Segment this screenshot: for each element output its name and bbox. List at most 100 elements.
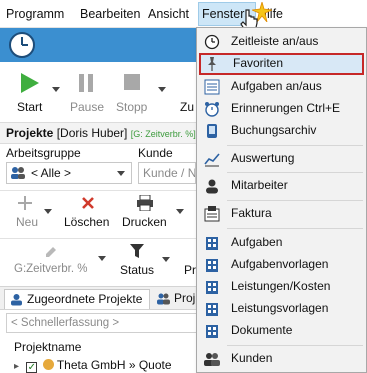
neu-button[interactable]: Neu (16, 215, 38, 229)
menu-item-auswertung[interactable]: Auswertung (199, 148, 364, 170)
kunde-input[interactable]: Kunde / N (138, 162, 196, 184)
project-tag: [G: Zeitverbr. %] (130, 129, 196, 139)
kunde-label: Kunde (138, 146, 173, 160)
fenster-menu: Zeitleiste an/aus Favoriten Aufgaben an/… (196, 27, 367, 373)
users-icon (204, 353, 220, 366)
menu-item-leistungsvorlagen[interactable]: Leistungsvorlagen (199, 298, 364, 320)
checkbox[interactable]: ✓ (26, 362, 38, 373)
menu-programm[interactable]: Programm (6, 0, 64, 28)
user-icon (206, 179, 218, 194)
clock-icon (204, 34, 220, 50)
menu-item-label: Aufgaben an/aus (231, 79, 322, 93)
menu-item-label: Faktura (231, 206, 272, 220)
pause-icon[interactable] (76, 73, 96, 93)
drucken-dropdown-caret[interactable] (176, 209, 184, 214)
menu-item-label: Erinnerungen Ctrl+E (231, 101, 341, 115)
arbeitsgruppe-select[interactable]: < Alle > (6, 162, 132, 184)
menu-item-zeitleiste[interactable]: Zeitleiste an/aus (199, 31, 364, 53)
menu-item-aufgaben-toggle[interactable]: Aufgaben an/aus (199, 76, 364, 98)
play-icon[interactable] (18, 72, 40, 94)
zu-button-partial[interactable]: Zu (180, 100, 194, 114)
building-icon (206, 325, 218, 338)
chevron-down-icon[interactable] (117, 171, 125, 176)
menu-item-leistungen-kosten[interactable]: Leistungen/Kosten (199, 276, 364, 298)
menu-item-label: Leistungsvorlagen (231, 301, 329, 315)
project-title: Projekte (6, 126, 54, 140)
alarm-clock-icon (205, 102, 219, 117)
menu-ansicht[interactable]: Ansicht (148, 0, 189, 28)
start-dropdown-caret[interactable] (52, 87, 60, 92)
delete-icon[interactable] (81, 196, 95, 210)
row-project-name: Theta GmbH » Quote (56, 358, 172, 372)
chart-icon (204, 153, 220, 167)
start-button[interactable]: Start (17, 100, 42, 114)
menu-item-mitarbeiter[interactable]: Mitarbeiter (199, 175, 364, 197)
menu-bearbeiten[interactable]: Bearbeiten (80, 0, 140, 28)
menu-item-kunden[interactable]: Kunden (199, 348, 364, 370)
building-icon (206, 281, 218, 294)
stop-dropdown-caret[interactable] (158, 87, 166, 92)
menu-item-buchungsarchiv[interactable]: Buchungsarchiv (199, 120, 364, 142)
schnellerfassung-placeholder: < Schnellerfassung > (11, 317, 120, 329)
menu-separator (227, 345, 363, 346)
schnellerfassung-input[interactable]: < Schnellerfassung > (6, 313, 226, 333)
stop-button[interactable]: Stopp (116, 100, 147, 114)
menu-item-erinnerungen[interactable]: Erinnerungen Ctrl+E (199, 98, 364, 120)
group-icon (157, 293, 170, 305)
pin-icon (208, 57, 216, 71)
tab-zugeordnete-projekte[interactable]: Zugeordnete Projekte (4, 289, 150, 309)
menu-item-dokumente[interactable]: Dokumente (199, 320, 364, 342)
user-icon (11, 294, 22, 306)
menu-item-label: Kunden (231, 351, 273, 365)
column-header-projektname[interactable]: Projektname (14, 340, 81, 354)
menu-item-label: Leistungen/Kosten (231, 279, 331, 293)
tab-projekte-partial[interactable]: Proj (152, 289, 196, 309)
project-icon (42, 359, 54, 370)
filter-icon[interactable] (130, 244, 144, 258)
pencil-icon[interactable] (44, 245, 58, 259)
status-button[interactable]: Status (120, 263, 154, 277)
phone-archive-icon (207, 124, 217, 138)
menu-item-faktura[interactable]: Faktura (199, 203, 364, 225)
menu-separator (227, 200, 363, 201)
checklist-icon (204, 79, 220, 95)
menu-bar: Programm Bearbeiten Ansicht Fenster Hilf… (0, 0, 367, 33)
pr-button-partial[interactable]: Pr (184, 263, 196, 277)
tab-label: Proj (174, 291, 196, 305)
expand-icon[interactable]: ▸ (14, 361, 23, 372)
building-icon (206, 303, 218, 316)
menu-item-label: Auswertung (231, 151, 295, 165)
building-icon (206, 259, 218, 272)
table-row[interactable]: ▸ ✓ Theta GmbH » Quote (14, 358, 172, 373)
menu-item-label: Dokumente (231, 323, 293, 337)
menu-item-aufgaben[interactable]: Aufgaben (199, 232, 364, 254)
project-user: [Doris Huber] (56, 126, 128, 140)
stop-icon[interactable] (123, 73, 141, 91)
clock-icon[interactable] (8, 31, 36, 59)
building-icon (206, 237, 218, 250)
menu-item-label: Mitarbeiter (231, 178, 288, 192)
zeitverbr-dropdown-caret[interactable] (98, 256, 106, 261)
menu-item-label: Favoriten (233, 56, 284, 70)
menu-item-label: Aufgaben (231, 235, 283, 249)
menu-separator (227, 228, 363, 229)
plus-icon[interactable] (18, 196, 32, 210)
menu-item-label: Aufgabenvorlagen (231, 257, 329, 271)
tab-label: Zugeordnete Projekte (27, 292, 143, 306)
menu-item-aufgabenvorlagen[interactable]: Aufgabenvorlagen (199, 254, 364, 276)
invoice-icon (204, 206, 220, 222)
kunde-placeholder: Kunde / N (143, 166, 196, 180)
group-icon (11, 167, 25, 179)
menu-separator (227, 172, 363, 173)
neu-dropdown-caret[interactable] (44, 209, 52, 214)
pause-button[interactable]: Pause (70, 100, 104, 114)
zeitverbr-button[interactable]: G:Zeitverbr. % (14, 263, 88, 275)
menu-item-label: Buchungsarchiv (231, 123, 317, 137)
menu-separator (227, 145, 363, 146)
drucken-button[interactable]: Drucken (122, 215, 167, 229)
menu-item-favoriten[interactable]: Favoriten (199, 53, 364, 75)
status-dropdown-caret[interactable] (162, 257, 170, 262)
loeschen-button[interactable]: Löschen (64, 215, 109, 229)
arbeitsgruppe-label: Arbeitsgruppe (6, 146, 81, 160)
printer-icon[interactable] (136, 195, 154, 211)
